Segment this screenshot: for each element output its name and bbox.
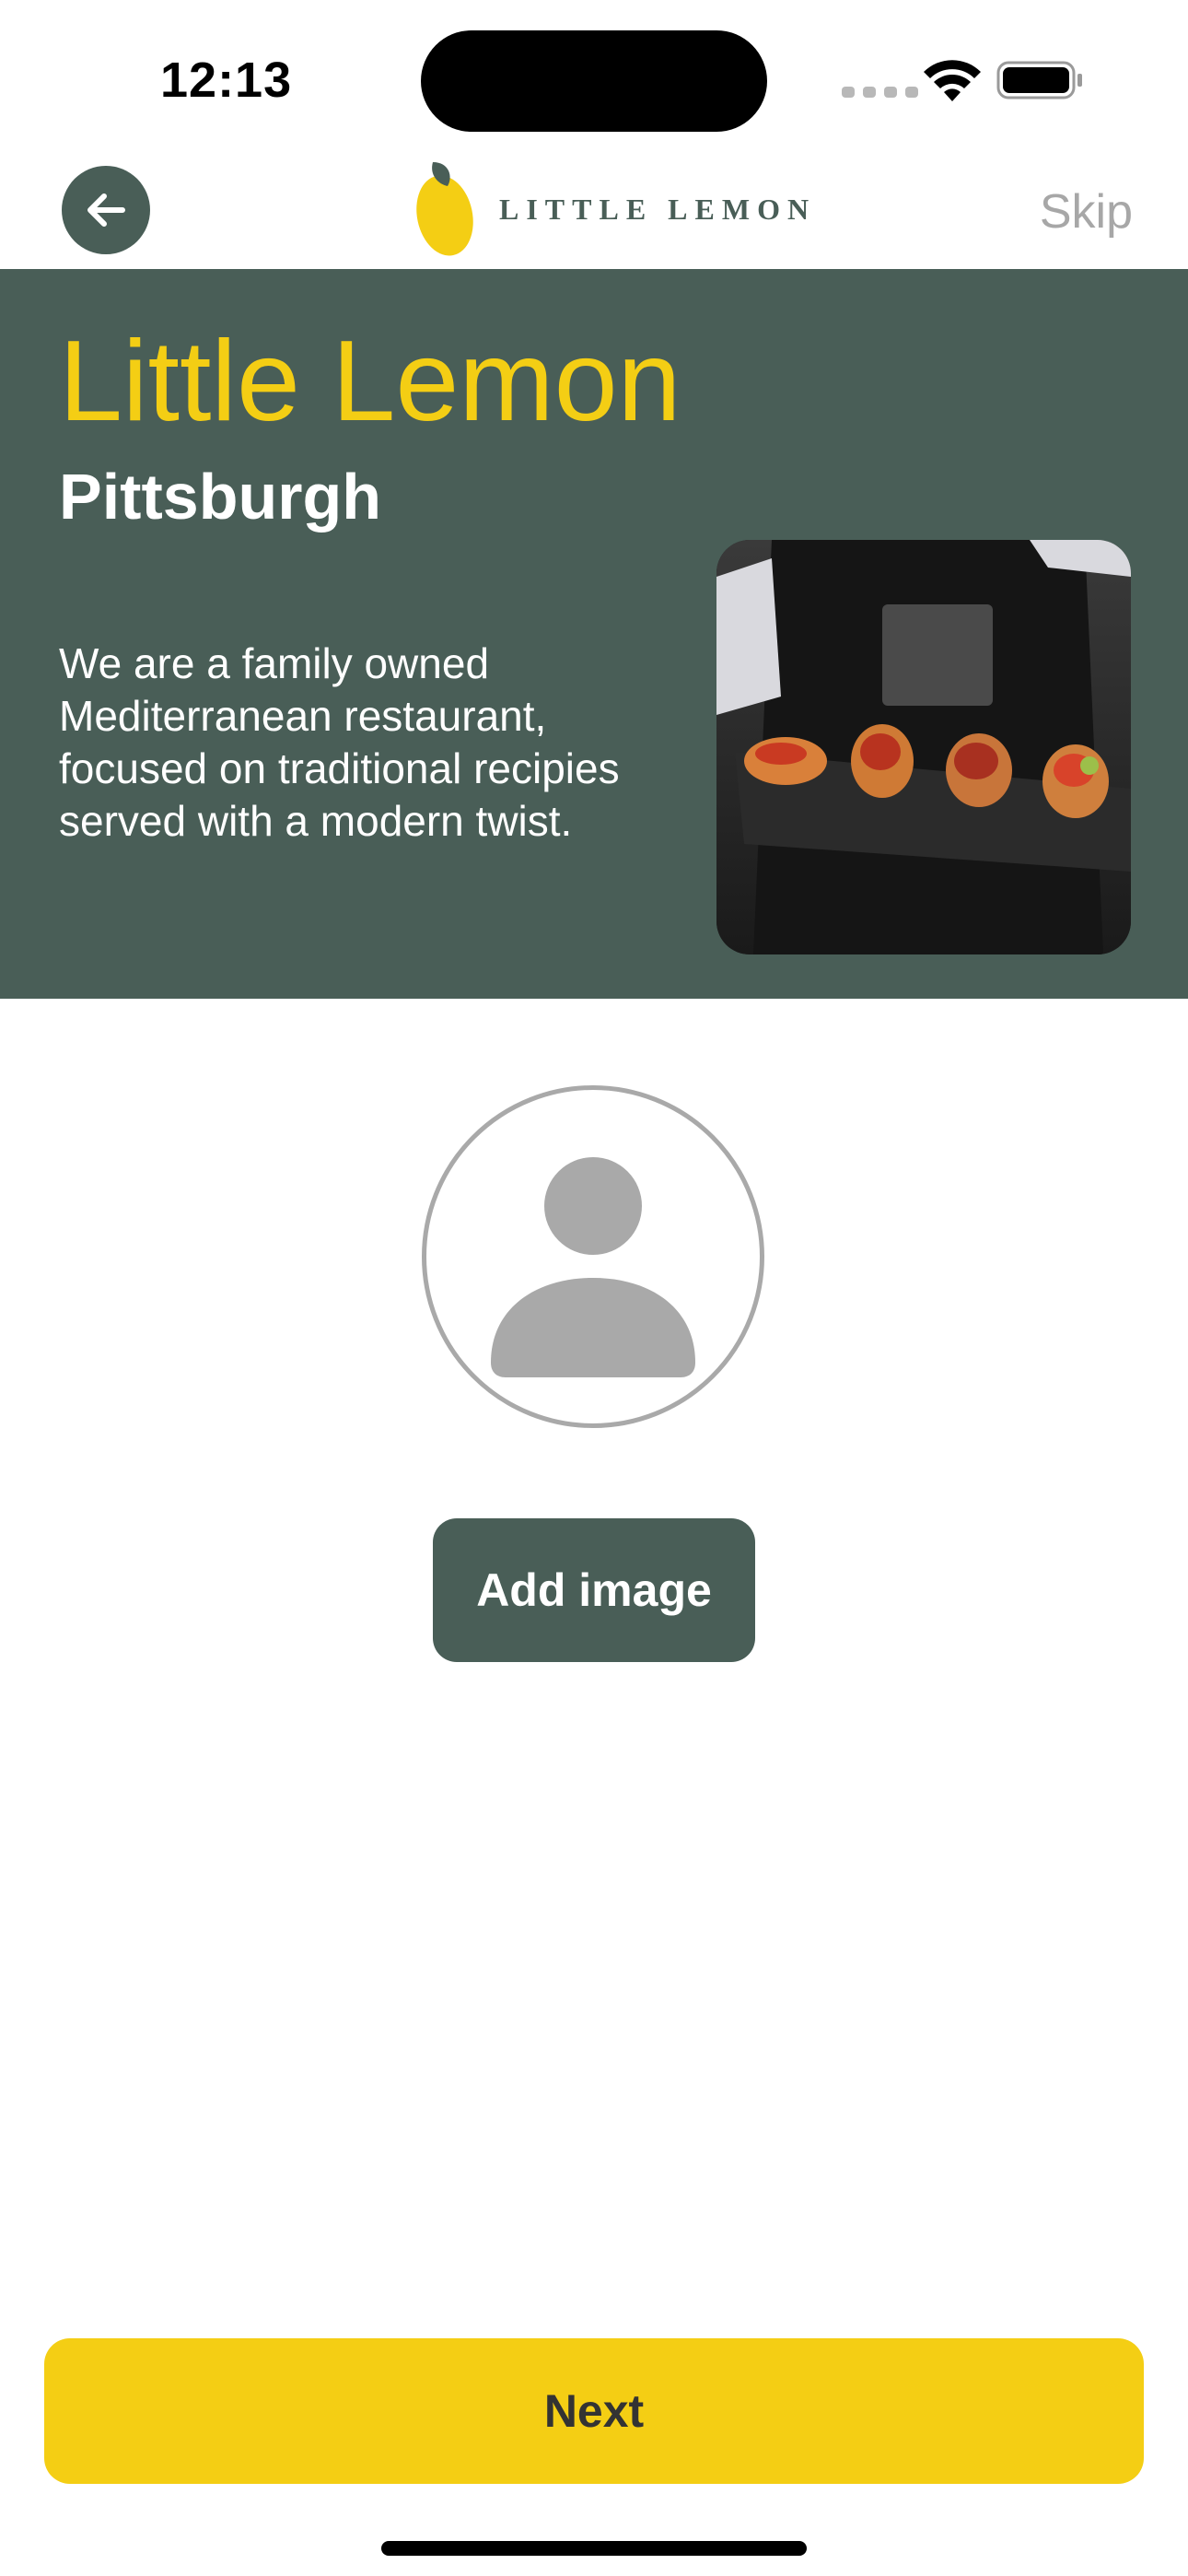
status-bar: 12:13 — [0, 0, 1188, 147]
hero-image — [716, 540, 1131, 954]
person-icon — [491, 1157, 695, 1377]
logo: LITTLE LEMON — [413, 158, 816, 260]
nav-bar: LITTLE LEMON Skip — [0, 147, 1188, 269]
next-button[interactable]: Next — [44, 2338, 1144, 2484]
hero-description: We are a family owned Mediterranean rest… — [59, 639, 620, 845]
avatar[interactable] — [422, 1085, 764, 1428]
wifi-icon — [924, 60, 981, 101]
lemon-icon — [416, 162, 473, 256]
hero-section: Little Lemon Pittsburgh We are a family … — [0, 269, 1188, 999]
arrow-left-icon — [87, 193, 125, 227]
skip-button[interactable]: Skip — [1040, 184, 1133, 240]
home-indicator — [381, 2541, 807, 2556]
logo-text: LITTLE LEMON — [499, 192, 817, 226]
status-time: 12:13 — [160, 53, 293, 108]
add-image-button[interactable]: Add image — [433, 1518, 755, 1662]
hero-subtitle: Pittsburgh — [59, 461, 381, 533]
hero-title: Little Lemon — [59, 318, 681, 445]
back-button[interactable] — [62, 166, 150, 254]
battery-icon — [996, 61, 1082, 100]
cellular-signal-icon — [842, 87, 918, 98]
dynamic-island — [421, 30, 767, 132]
